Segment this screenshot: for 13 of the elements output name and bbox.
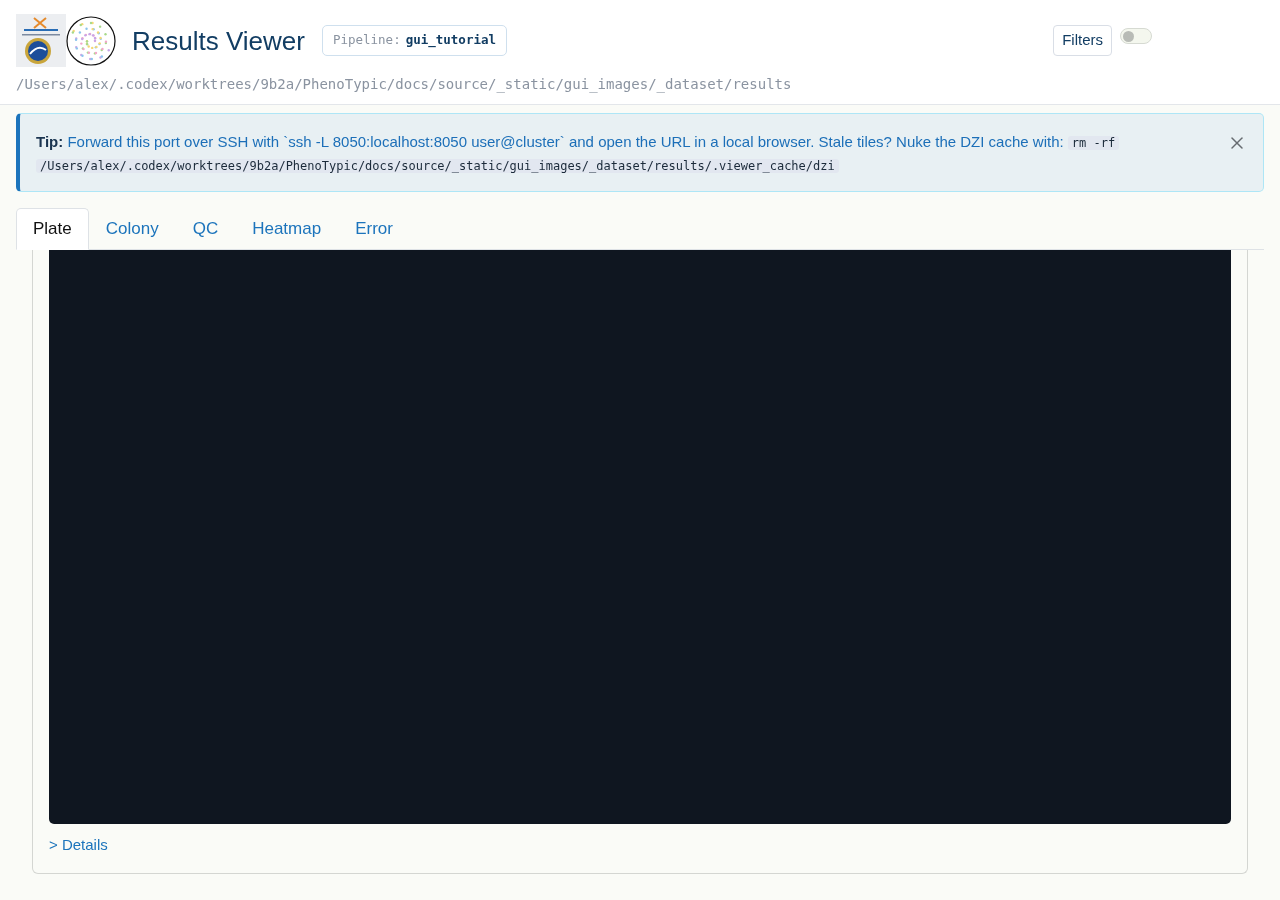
tab[interactable]: QC [175, 208, 236, 250]
logo-image [16, 14, 66, 67]
details-link[interactable]: > Details [49, 835, 108, 855]
network-logo-image [66, 15, 116, 66]
tab[interactable]: Error [338, 208, 410, 250]
tab[interactable]: Colony [88, 208, 176, 250]
tab[interactable]: Plate [16, 208, 89, 250]
app-title: Results Viewer [132, 24, 305, 57]
tab[interactable]: Heatmap [235, 208, 339, 250]
filters-toggle[interactable] [1120, 28, 1152, 44]
results-path: /Users/alex/.codex/worktrees/9b2a/PhenoTypic/docs/source/_static/gui_images/_dataset/results [16, 75, 793, 94]
pipeline-badge: Pipeline: gui_tutorial [321, 25, 507, 56]
filters-button[interactable]: Filters [1053, 25, 1112, 56]
